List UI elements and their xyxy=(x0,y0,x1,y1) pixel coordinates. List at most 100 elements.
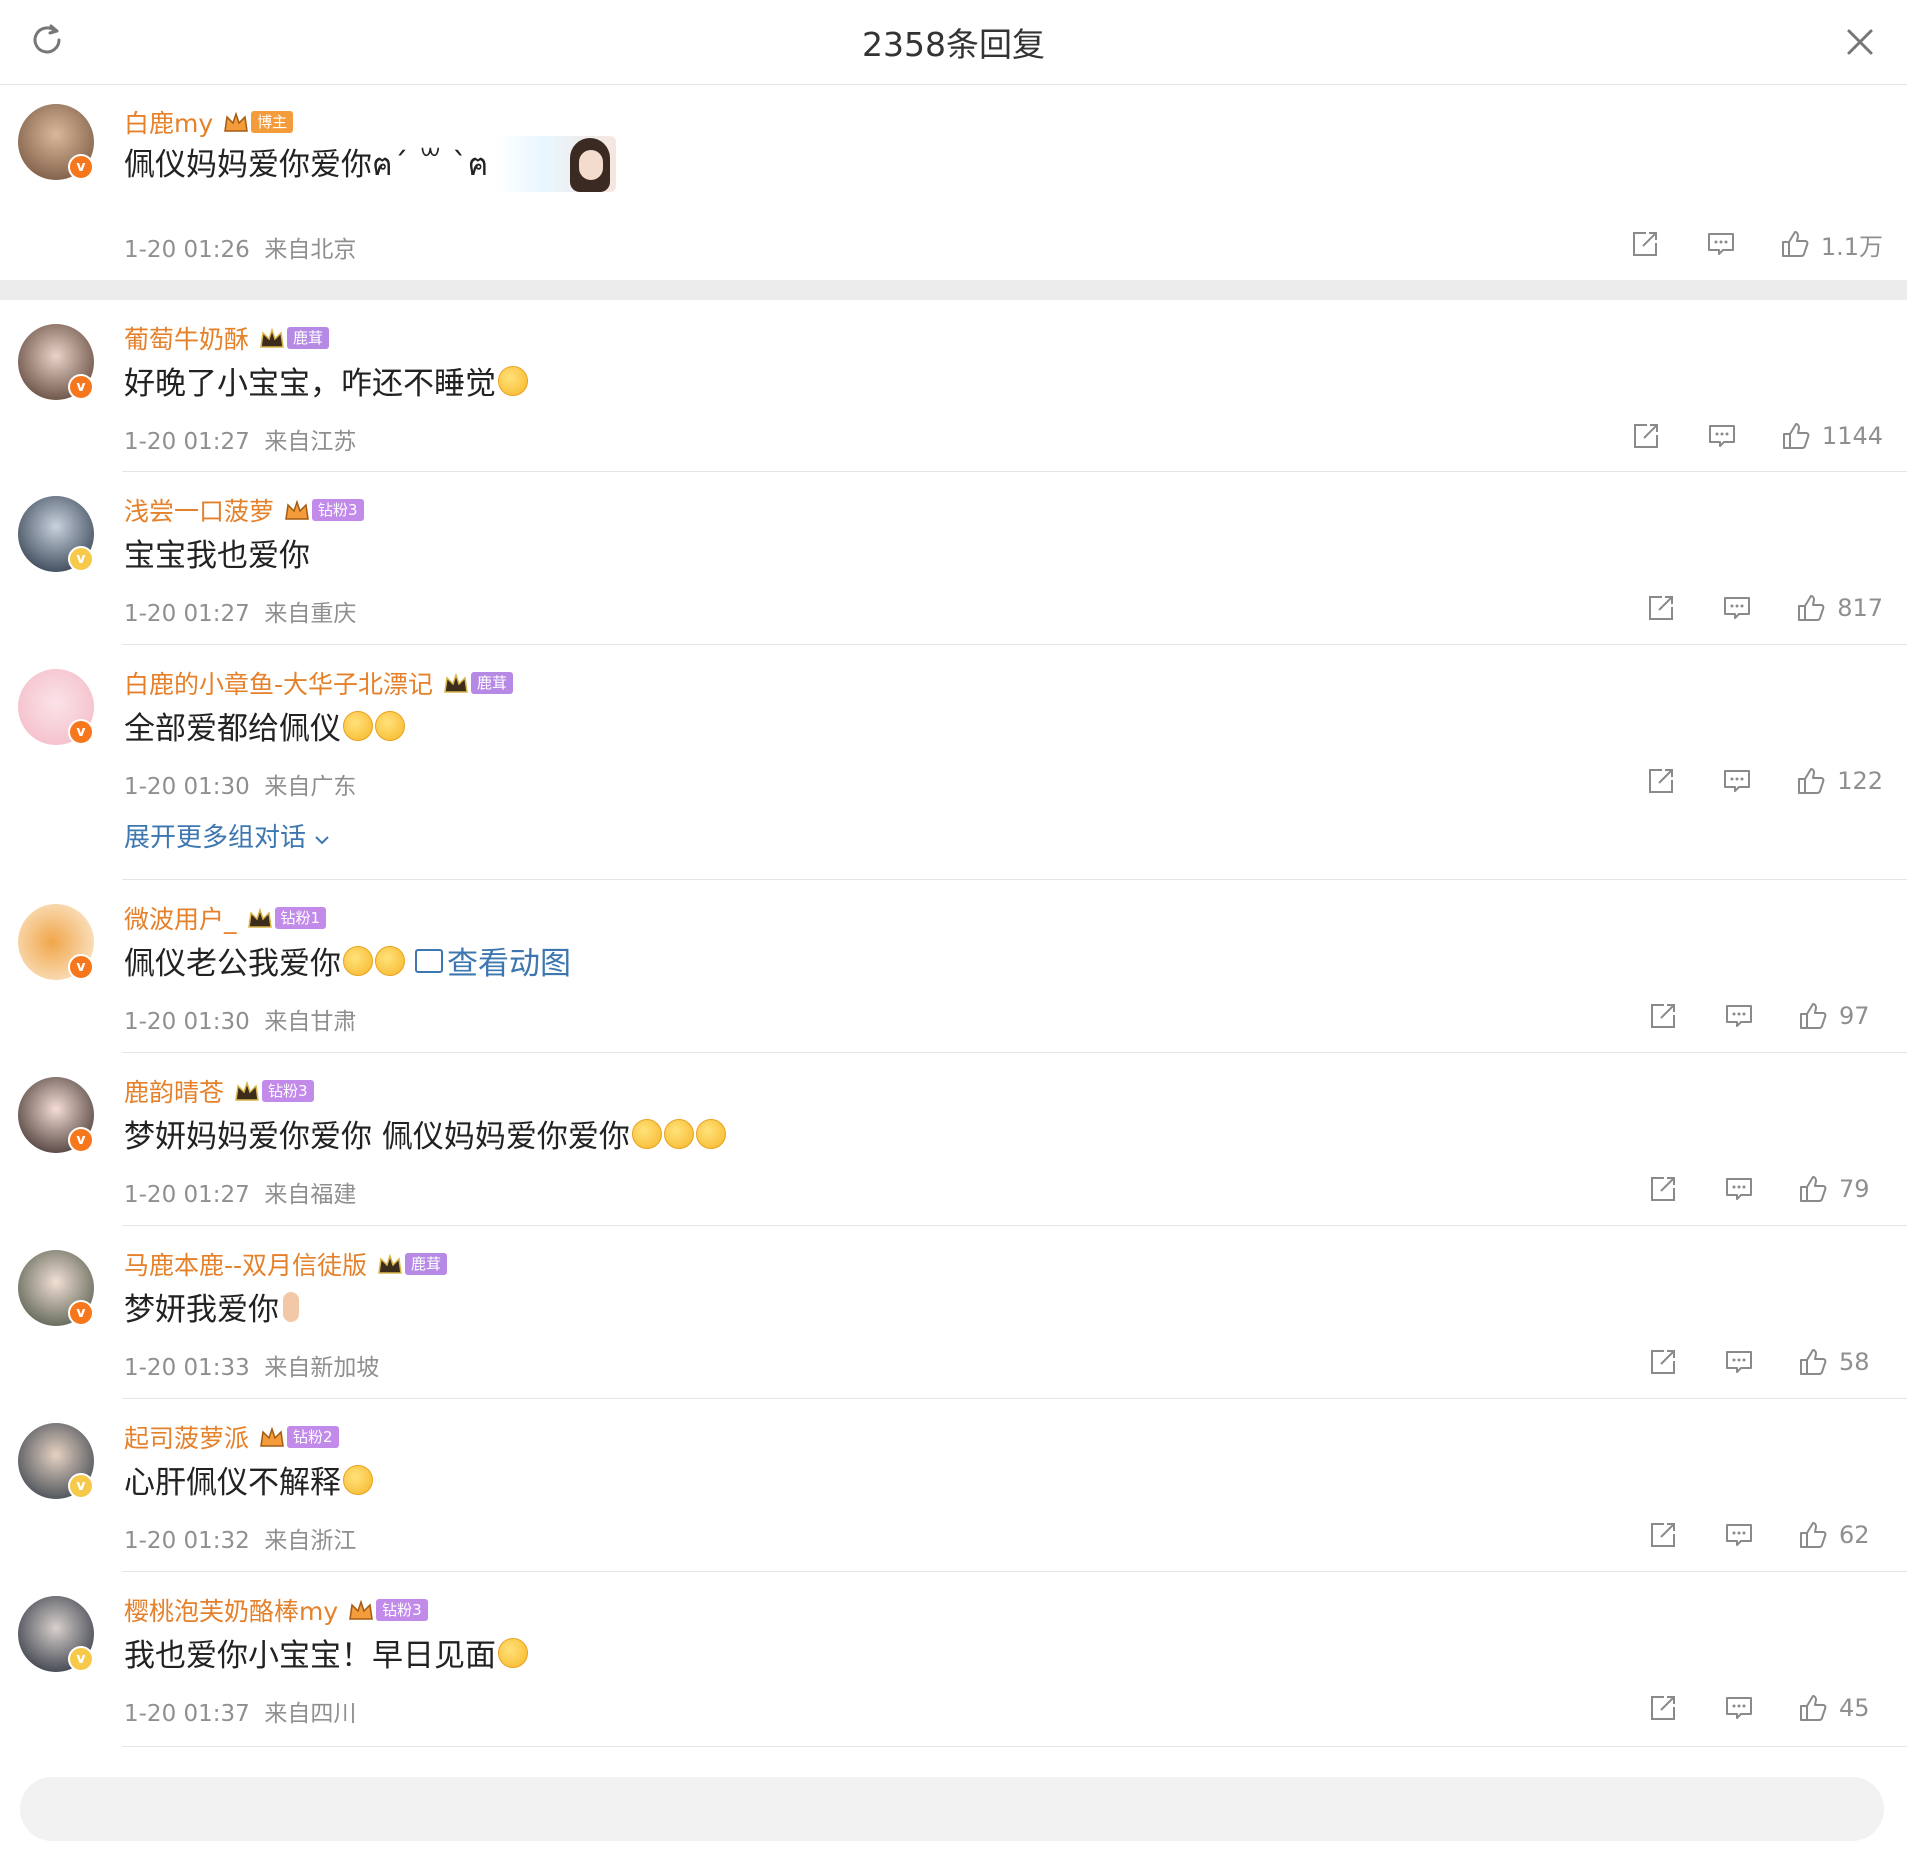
share-icon[interactable] xyxy=(1647,1000,1679,1032)
username[interactable]: 樱桃泡芙奶酪棒my xyxy=(124,1592,338,1628)
thumbs-up-icon[interactable] xyxy=(1780,420,1812,452)
verified-v-icon: v xyxy=(68,1127,94,1153)
thumbs-up-icon[interactable] xyxy=(1797,1346,1829,1378)
share-icon[interactable] xyxy=(1629,228,1661,260)
share-icon[interactable] xyxy=(1647,1519,1679,1551)
comment-location: 来自四川 xyxy=(264,1701,357,1727)
sticker-image xyxy=(496,136,617,192)
top-bar: 2358条回复 xyxy=(0,0,1907,85)
comment-meta: 1-20 01:30 来自甘肃 xyxy=(124,1002,356,1036)
verified-v-icon: v xyxy=(68,719,94,745)
comment-time: 1-20 01:33 xyxy=(124,1355,250,1381)
comment-text: 我也爱你小宝宝！早日见面 xyxy=(124,1630,528,1675)
fan-tag: 钻粉3 xyxy=(376,1599,428,1621)
emoji-icon xyxy=(498,1637,528,1668)
emoji-icon xyxy=(343,945,373,976)
share-icon[interactable] xyxy=(1645,765,1677,797)
verified-v-icon: v xyxy=(68,546,94,572)
image-icon xyxy=(415,948,443,973)
fan-tag: 钻粉3 xyxy=(312,499,364,521)
emoji-icon xyxy=(375,710,405,741)
thumbs-up-icon[interactable] xyxy=(1795,592,1827,624)
comment-location: 来自广东 xyxy=(264,774,357,800)
thumbs-up-icon[interactable] xyxy=(1797,1692,1829,1724)
comment-time: 1-20 01:30 xyxy=(124,1009,250,1035)
comment-time: 1-20 01:27 xyxy=(124,429,250,455)
fan-tag: 鹿茸 xyxy=(471,672,514,694)
comment-actions: 58 xyxy=(1647,1344,1883,1380)
username[interactable]: 鹿韵晴苍 xyxy=(124,1073,224,1109)
fan-tag: 钻粉2 xyxy=(287,1426,339,1448)
emoji-icon xyxy=(695,1118,726,1149)
thumbs-up-icon[interactable] xyxy=(1797,1173,1829,1205)
share-icon[interactable] xyxy=(1647,1692,1679,1724)
comment-icon[interactable] xyxy=(1721,592,1753,624)
comment-meta: 1-20 01:30 来自广东 xyxy=(124,767,356,801)
blogger-tag: 博主 xyxy=(251,111,294,133)
username[interactable]: 浅尝一口菠萝 xyxy=(124,492,274,528)
like-count: 97 xyxy=(1839,1002,1870,1030)
username[interactable]: 微波用户_ xyxy=(124,900,237,936)
like-count: 58 xyxy=(1839,1348,1870,1376)
share-icon[interactable] xyxy=(1645,592,1677,624)
comment-meta: 1-20 01:33 来自新加坡 xyxy=(124,1348,379,1382)
expand-conversation-link[interactable]: 展开更多组对话 xyxy=(124,817,330,854)
crown-icon xyxy=(443,672,469,694)
verified-v-icon: v xyxy=(68,954,94,980)
comment-icon[interactable] xyxy=(1706,420,1738,452)
comment-icon[interactable] xyxy=(1723,1346,1755,1378)
close-icon[interactable] xyxy=(1840,22,1880,62)
reply-item: v 马鹿本鹿--双月信徒版 鹿茸 梦妍我爱你 1-20 01:33 来自新加坡 … xyxy=(0,1226,1907,1399)
comment-time: 1-20 01:26 xyxy=(124,237,250,263)
view-gif-link[interactable]: 查看动图 xyxy=(415,938,571,983)
crown-icon xyxy=(377,1253,403,1275)
thumbs-up-icon[interactable] xyxy=(1797,1000,1829,1032)
share-icon[interactable] xyxy=(1647,1173,1679,1205)
thumbs-up-icon[interactable] xyxy=(1795,765,1827,797)
crown-icon xyxy=(348,1599,374,1621)
comment-time: 1-20 01:32 xyxy=(124,1528,250,1554)
verified-v-icon: v xyxy=(68,1473,94,1499)
share-icon[interactable] xyxy=(1647,1346,1679,1378)
comment-text: 佩仪妈妈爱你爱你ฅ´ ꒳ `ฅ xyxy=(124,136,617,192)
thumbs-up-icon[interactable] xyxy=(1779,228,1811,260)
emoji-icon xyxy=(375,945,405,976)
comment-time: 1-20 01:37 xyxy=(124,1701,250,1727)
comment-time: 1-20 01:30 xyxy=(124,774,250,800)
chevron-down-icon xyxy=(314,823,330,853)
username[interactable]: 白鹿my xyxy=(124,104,213,140)
thumbs-up-icon[interactable] xyxy=(1797,1519,1829,1551)
comment-meta: 1-20 01:37 来自四川 xyxy=(124,1694,356,1728)
comment-icon[interactable] xyxy=(1723,1519,1755,1551)
comment-actions: 97 xyxy=(1647,998,1883,1034)
comment-icon[interactable] xyxy=(1723,1000,1755,1032)
emoji-icon xyxy=(663,1118,694,1149)
username[interactable]: 白鹿的小章鱼-大华子北漂记 xyxy=(124,665,433,701)
reply-item: v 起司菠萝派 钻粉2 心肝佩仪不解释 1-20 01:32 来自浙江 62 xyxy=(0,1399,1907,1572)
comment-text: 全部爱都给佩仪 xyxy=(124,703,405,748)
fingers-crossed-emoji-icon xyxy=(283,1291,299,1322)
crown-icon xyxy=(234,1080,260,1102)
comment-icon[interactable] xyxy=(1705,228,1737,260)
reply-item: v 葡萄牛奶酥 鹿茸 好晚了小宝宝，咋还不睡觉 1-20 01:27 来自江苏 … xyxy=(0,300,1907,472)
username[interactable]: 起司菠萝派 xyxy=(124,1419,249,1455)
fan-tag: 鹿茸 xyxy=(405,1253,448,1275)
comment-time: 1-20 01:27 xyxy=(124,1182,250,1208)
comment-icon[interactable] xyxy=(1723,1173,1755,1205)
reply-item: v 白鹿的小章鱼-大华子北漂记 鹿茸 全部爱都给佩仪 1-20 01:30 来自… xyxy=(0,645,1907,880)
reply-input[interactable] xyxy=(20,1777,1884,1841)
like-count: 122 xyxy=(1837,767,1883,795)
comment-icon[interactable] xyxy=(1721,765,1753,797)
username[interactable]: 葡萄牛奶酥 xyxy=(124,320,249,356)
emoji-icon xyxy=(343,710,373,741)
username[interactable]: 马鹿本鹿--双月信徒版 xyxy=(124,1246,367,1282)
comment-icon[interactable] xyxy=(1723,1692,1755,1724)
comment-meta: 1-20 01:27 来自江苏 xyxy=(124,422,356,456)
verified-v-icon: v xyxy=(68,1300,94,1326)
comment-meta: 1-20 01:27 来自重庆 xyxy=(124,594,356,628)
page-title: 2358条回复 xyxy=(862,25,1045,64)
crown-icon xyxy=(259,327,285,349)
comment-meta: 1-20 01:32 来自浙江 xyxy=(124,1521,356,1555)
like-count: 1144 xyxy=(1821,422,1883,450)
share-icon[interactable] xyxy=(1630,420,1662,452)
